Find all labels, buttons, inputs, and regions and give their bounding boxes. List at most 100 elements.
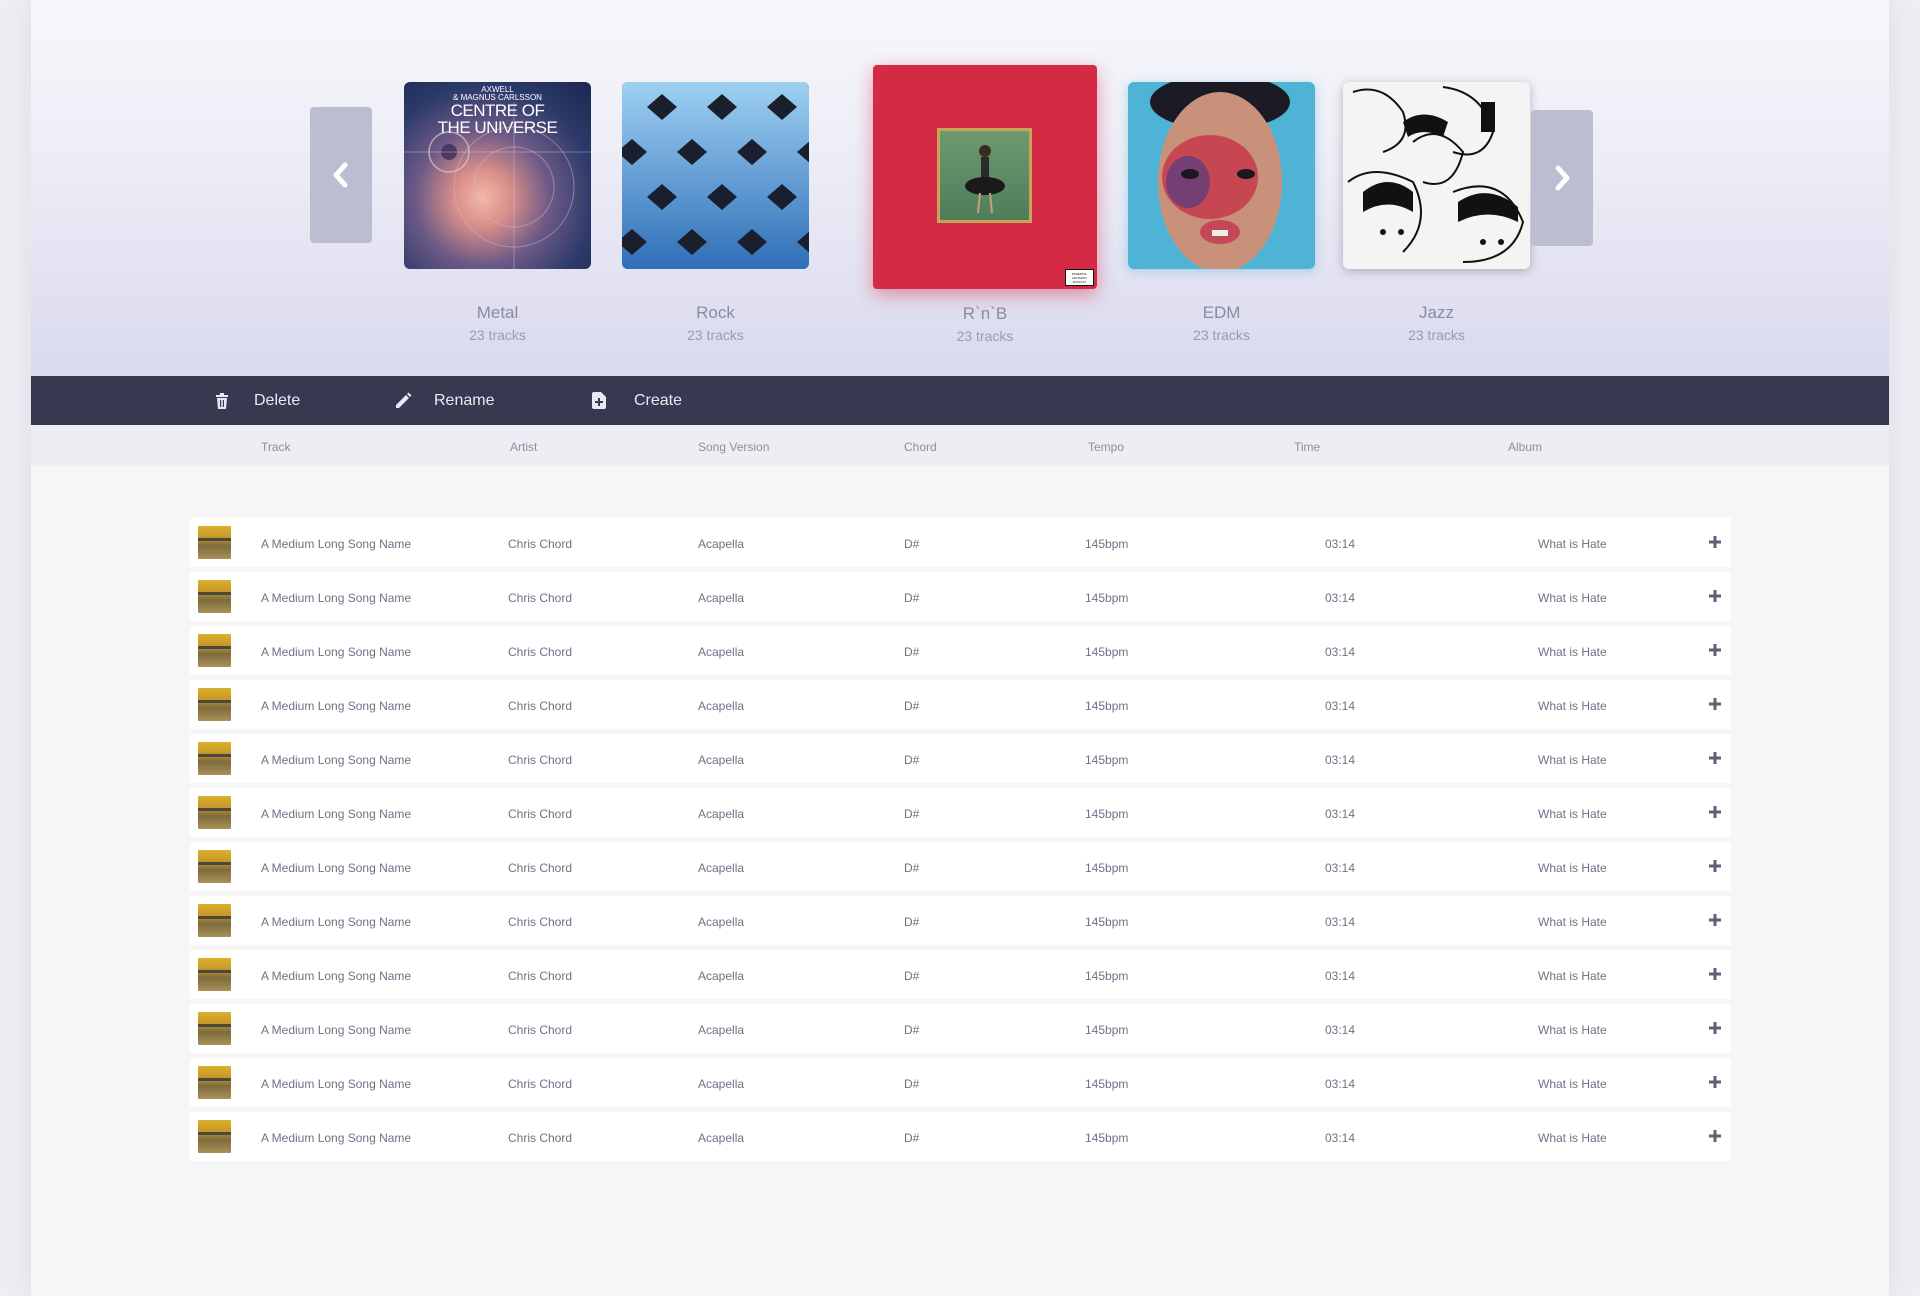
column-header-artist[interactable]: Artist	[510, 440, 537, 454]
add-track-button[interactable]	[1708, 643, 1722, 657]
track-artist: Chris Chord	[508, 915, 573, 929]
track-album: What is Hate	[1538, 915, 1607, 929]
track-time: 03:14	[1325, 1131, 1356, 1145]
track-artist: Chris Chord	[508, 807, 573, 821]
track-name: A Medium Long Song Name	[261, 645, 412, 659]
playlist-toolbar: Delete Rename Create	[31, 376, 1889, 425]
track-artist: Chris Chord	[508, 699, 573, 713]
album-carousel: AXWELL & MAGNUS CARLSSON CENTRE OF THE U…	[31, 0, 1889, 376]
track-thumbnail	[198, 688, 231, 721]
album-card-rnb[interactable]: PARENTAL ADVISORY EXPLICIT CONTENT R`n`B…	[873, 65, 1097, 344]
track-chord: D#	[904, 645, 920, 659]
album-cover[interactable]: AXWELL & MAGNUS CARLSSON CENTRE OF THE U…	[404, 82, 591, 269]
track-thumbnail	[198, 1012, 231, 1045]
album-card-rock[interactable]: Rock 23 tracks	[622, 82, 809, 343]
track-album: What is Hate	[1538, 1077, 1607, 1091]
table-row[interactable]: A Medium Long Song Name Chris Chord Acapel…	[190, 734, 1731, 783]
add-track-button[interactable]	[1708, 859, 1722, 873]
create-label: Create	[634, 391, 683, 409]
track-album: What is Hate	[1538, 1023, 1607, 1037]
add-track-button[interactable]	[1708, 697, 1722, 711]
carousel-prev-button[interactable]	[310, 107, 372, 243]
parental-advisory-badge: PARENTAL ADVISORY EXPLICIT CONTENT	[1065, 269, 1094, 286]
table-row[interactable]: A Medium Long Song Name Chris Chord Acapel…	[190, 788, 1731, 837]
add-track-button[interactable]	[1708, 1021, 1722, 1035]
table-row[interactable]: A Medium Long Song Name Chris Chord Acapel…	[190, 1004, 1731, 1053]
column-header-time[interactable]: Time	[1294, 440, 1320, 454]
track-name: A Medium Long Song Name	[261, 1131, 412, 1145]
track-time: 03:14	[1325, 753, 1356, 767]
track-album: What is Hate	[1538, 861, 1607, 875]
album-name: Jazz	[1419, 303, 1454, 322]
table-row[interactable]: A Medium Long Song Name Chris Chord Acapel…	[190, 1112, 1731, 1161]
track-tempo: 145bpm	[1085, 1131, 1129, 1145]
track-thumbnail	[198, 1066, 231, 1099]
plus-icon	[1709, 698, 1721, 710]
track-artist: Chris Chord	[508, 591, 573, 605]
add-track-button[interactable]	[1708, 1129, 1722, 1143]
table-row[interactable]: A Medium Long Song Name Chris Chord Acapel…	[190, 950, 1731, 999]
track-thumbnail	[198, 958, 231, 991]
album-card-metal[interactable]: AXWELL & MAGNUS CARLSSON CENTRE OF THE U…	[404, 82, 591, 343]
column-header-album[interactable]: Album	[1508, 440, 1542, 454]
plus-icon	[1709, 644, 1721, 656]
cover-title-text: CENTRE OF	[450, 101, 545, 120]
table-row[interactable]: A Medium Long Song Name Chris Chord Acapel…	[190, 1058, 1731, 1107]
table-row[interactable]: A Medium Long Song Name Chris Chord Acapel…	[190, 626, 1731, 675]
column-header-chord[interactable]: Chord	[904, 440, 937, 454]
add-track-button[interactable]	[1708, 751, 1722, 765]
track-chord: D#	[904, 861, 920, 875]
cover-painting	[937, 128, 1032, 223]
plus-icon	[1709, 914, 1721, 926]
track-tempo: 145bpm	[1085, 591, 1129, 605]
album-track-count: 23 tracks	[469, 327, 526, 343]
album-cover[interactable]	[622, 82, 809, 269]
album-cover[interactable]	[1343, 82, 1530, 269]
track-album: What is Hate	[1538, 537, 1607, 551]
add-track-button[interactable]	[1708, 805, 1722, 819]
carousel-next-button[interactable]	[1531, 110, 1593, 246]
plus-icon	[1709, 1022, 1721, 1034]
app-window: AXWELL & MAGNUS CARLSSON CENTRE OF THE U…	[31, 0, 1889, 1296]
column-header-song-version[interactable]: Song Version	[698, 440, 769, 454]
track-thumbnail	[198, 580, 231, 613]
add-track-button[interactable]	[1708, 967, 1722, 981]
track-artist: Chris Chord	[508, 969, 573, 983]
add-track-button[interactable]	[1708, 1075, 1722, 1089]
track-name: A Medium Long Song Name	[261, 1023, 412, 1037]
add-track-button[interactable]	[1708, 589, 1722, 603]
track-tempo: 145bpm	[1085, 1023, 1129, 1037]
rename-label: Rename	[434, 391, 495, 409]
track-name: A Medium Long Song Name	[261, 969, 412, 983]
create-button[interactable]: Create	[592, 376, 682, 425]
track-artist: Chris Chord	[508, 537, 573, 551]
track-artist: Chris Chord	[508, 1131, 573, 1145]
album-name: Metal	[476, 303, 519, 322]
table-row[interactable]: A Medium Long Song Name Chris Chord Acapel…	[190, 518, 1731, 567]
track-time: 03:14	[1325, 807, 1356, 821]
track-version: Acapella	[698, 591, 745, 605]
pencil-icon	[396, 392, 412, 408]
table-row[interactable]: A Medium Long Song Name Chris Chord Acapel…	[190, 842, 1731, 891]
album-track-count: 23 tracks	[687, 327, 744, 343]
track-thumbnail	[198, 850, 231, 883]
table-row[interactable]: A Medium Long Song Name Chris Chord Acapel…	[190, 680, 1731, 729]
track-artist: Chris Chord	[508, 861, 573, 875]
track-artist: Chris Chord	[508, 645, 573, 659]
delete-button[interactable]: Delete	[215, 376, 300, 425]
album-cover-selected[interactable]: PARENTAL ADVISORY EXPLICIT CONTENT	[873, 65, 1097, 289]
add-track-button[interactable]	[1708, 535, 1722, 549]
plus-icon	[1709, 1076, 1721, 1088]
album-cover[interactable]	[1128, 82, 1315, 269]
track-name: A Medium Long Song Name	[261, 1077, 412, 1091]
table-row[interactable]: A Medium Long Song Name Chris Chord Acapel…	[190, 572, 1731, 621]
table-row[interactable]: A Medium Long Song Name Chris Chord Acapel…	[190, 896, 1731, 945]
track-name: A Medium Long Song Name	[261, 753, 412, 767]
add-track-button[interactable]	[1708, 913, 1722, 927]
rename-button[interactable]: Rename	[394, 376, 494, 425]
album-card-jazz[interactable]: Jazz 23 tracks	[1343, 82, 1530, 343]
album-card-edm[interactable]: EDM 23 tracks	[1128, 82, 1315, 343]
column-header-track[interactable]: Track	[261, 440, 291, 454]
plus-icon	[1709, 536, 1721, 548]
column-header-tempo[interactable]: Tempo	[1088, 440, 1124, 454]
